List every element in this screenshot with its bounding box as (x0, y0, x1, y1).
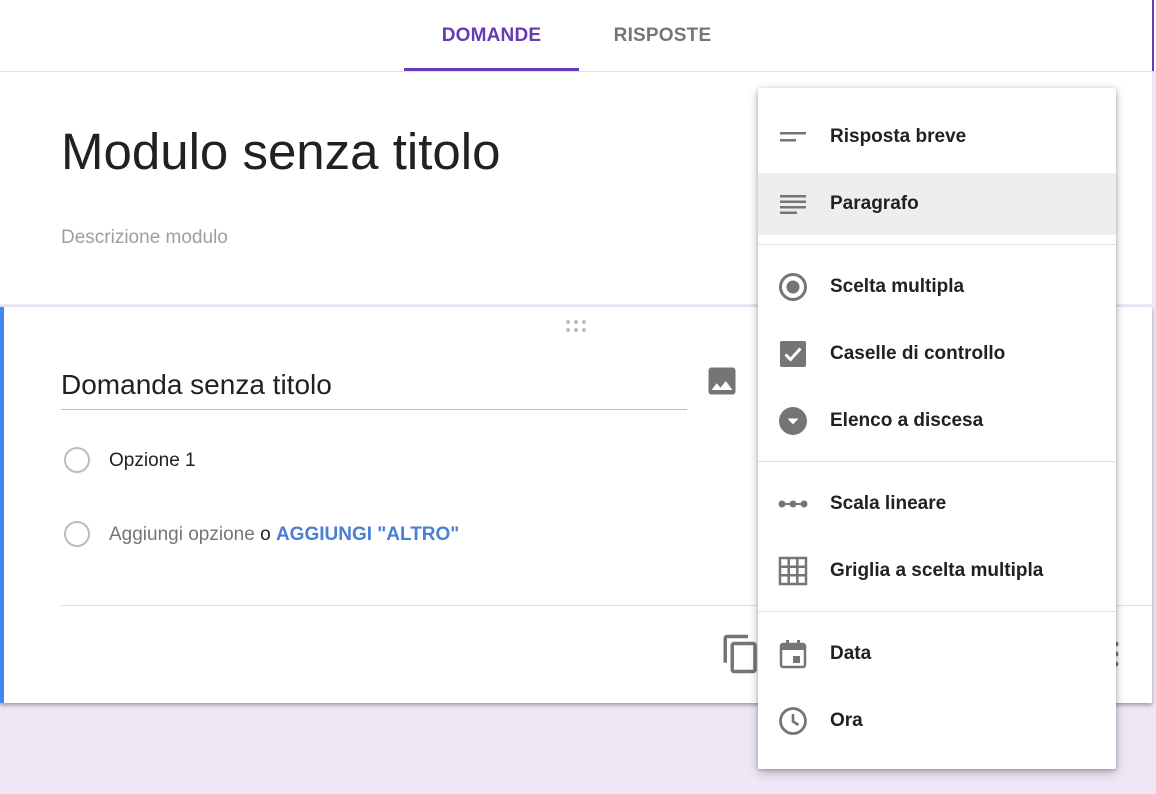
menu-item-date[interactable]: Data (758, 623, 1116, 685)
menu-separator (758, 611, 1116, 612)
add-option-row: Aggiungi opzione o AGGIUNGI "ALTRO" (109, 524, 459, 546)
duplicate-icon[interactable] (720, 633, 762, 680)
menu-item-time[interactable]: Ora (758, 690, 1116, 752)
topbar-edge-accent (1152, 0, 1154, 71)
question-type-menu: Risposta breve Paragrafo Scelta multipla… (758, 88, 1116, 769)
menu-item-label: Scelta multipla (830, 276, 965, 297)
form-description-field[interactable]: Descrizione modulo (61, 227, 228, 249)
menu-item-short-answer[interactable]: Risposta breve (758, 106, 1116, 168)
linear-scale-icon (778, 500, 808, 508)
menu-item-label: Ora (830, 710, 863, 731)
menu-item-paragraph[interactable]: Paragrafo (758, 173, 1116, 235)
paragraph-icon (780, 195, 806, 214)
menu-item-dropdown[interactable]: Elenco a discesa (758, 390, 1116, 452)
add-option-radio (64, 521, 90, 547)
menu-separator (758, 461, 1116, 462)
form-title[interactable]: Modulo senza titolo (61, 122, 500, 181)
dropdown-icon (779, 407, 807, 435)
question-title-input[interactable]: Domanda senza titolo (61, 369, 687, 410)
grid-icon (778, 556, 808, 586)
menu-item-label: Griglia a scelta multipla (830, 560, 1044, 581)
menu-item-label: Risposta breve (830, 126, 967, 147)
or-text: o (260, 524, 271, 545)
checkbox-icon (780, 341, 806, 367)
tab-responses[interactable]: RISPOSTE (590, 0, 735, 71)
active-tab-indicator (404, 68, 579, 71)
add-option-field[interactable]: Aggiungi opzione (109, 524, 255, 545)
top-tab-bar: DOMANDE RISPOSTE (0, 0, 1156, 72)
add-other-link[interactable]: AGGIUNGI "ALTRO" (276, 524, 459, 545)
menu-item-label: Data (830, 643, 872, 664)
short-answer-icon (780, 132, 806, 142)
menu-item-multiple-choice[interactable]: Scelta multipla (758, 256, 1116, 318)
menu-item-checkboxes[interactable]: Caselle di controllo (758, 323, 1116, 385)
clock-icon (779, 707, 807, 735)
calendar-icon (779, 640, 807, 669)
menu-item-grid[interactable]: Griglia a scelta multipla (758, 540, 1116, 602)
menu-item-label: Paragrafo (830, 193, 919, 214)
radio-button-icon (779, 273, 807, 301)
option-1-label[interactable]: Opzione 1 (109, 450, 196, 472)
menu-item-linear-scale[interactable]: Scala lineare (758, 473, 1116, 535)
tab-questions-label: DOMANDE (441, 25, 542, 46)
add-image-icon[interactable] (704, 363, 740, 404)
drag-handle-icon[interactable] (564, 319, 590, 338)
menu-separator (758, 244, 1116, 245)
tab-responses-label: RISPOSTE (613, 25, 712, 46)
menu-item-label: Caselle di controllo (830, 343, 1006, 364)
menu-item-label: Elenco a discesa (830, 410, 984, 431)
option-1-radio[interactable] (64, 447, 90, 473)
menu-item-label: Scala lineare (830, 493, 947, 514)
tab-questions[interactable]: DOMANDE (404, 0, 579, 71)
